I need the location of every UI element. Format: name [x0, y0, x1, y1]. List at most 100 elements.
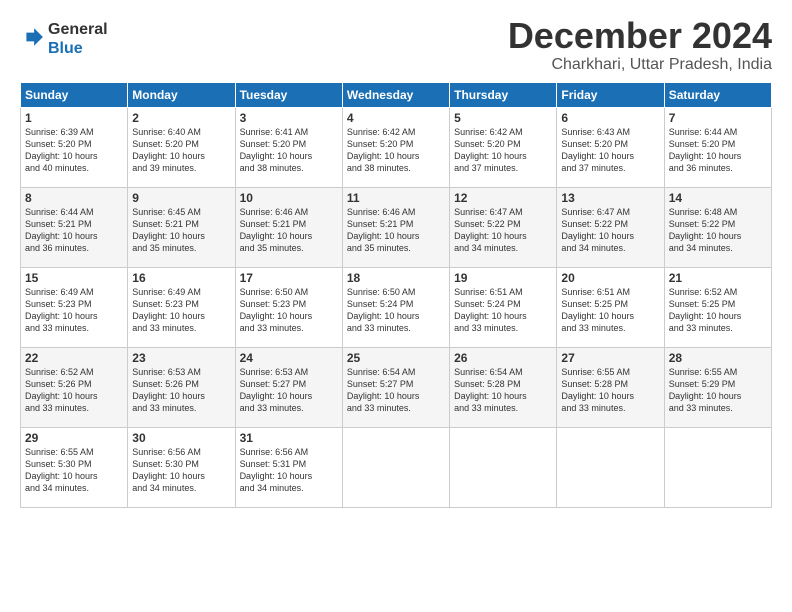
- calendar-cell: 2Sunrise: 6:40 AM Sunset: 5:20 PM Daylig…: [128, 107, 235, 187]
- day-number: 23: [132, 351, 230, 365]
- calendar-cell: 26Sunrise: 6:54 AM Sunset: 5:28 PM Dayli…: [450, 347, 557, 427]
- day-number: 10: [240, 191, 338, 205]
- day-number: 7: [669, 111, 767, 125]
- calendar-cell: 4Sunrise: 6:42 AM Sunset: 5:20 PM Daylig…: [342, 107, 449, 187]
- column-header-tuesday: Tuesday: [235, 82, 342, 107]
- day-info: Sunrise: 6:52 AM Sunset: 5:25 PM Dayligh…: [669, 286, 767, 335]
- calendar-cell: 21Sunrise: 6:52 AM Sunset: 5:25 PM Dayli…: [664, 267, 771, 347]
- day-number: 18: [347, 271, 445, 285]
- day-info: Sunrise: 6:56 AM Sunset: 5:31 PM Dayligh…: [240, 446, 338, 495]
- day-number: 17: [240, 271, 338, 285]
- day-number: 22: [25, 351, 123, 365]
- calendar-cell: [664, 427, 771, 507]
- month-title: December 2024: [508, 16, 772, 56]
- day-info: Sunrise: 6:55 AM Sunset: 5:30 PM Dayligh…: [25, 446, 123, 495]
- column-header-friday: Friday: [557, 82, 664, 107]
- day-info: Sunrise: 6:47 AM Sunset: 5:22 PM Dayligh…: [454, 206, 552, 255]
- day-info: Sunrise: 6:43 AM Sunset: 5:20 PM Dayligh…: [561, 126, 659, 175]
- calendar-cell: 12Sunrise: 6:47 AM Sunset: 5:22 PM Dayli…: [450, 187, 557, 267]
- day-number: 5: [454, 111, 552, 125]
- day-number: 30: [132, 431, 230, 445]
- day-info: Sunrise: 6:49 AM Sunset: 5:23 PM Dayligh…: [25, 286, 123, 335]
- title-block: December 2024 Charkhari, Uttar Pradesh, …: [508, 16, 772, 74]
- calendar-body: 1Sunrise: 6:39 AM Sunset: 5:20 PM Daylig…: [21, 107, 772, 507]
- day-number: 13: [561, 191, 659, 205]
- calendar-cell: 13Sunrise: 6:47 AM Sunset: 5:22 PM Dayli…: [557, 187, 664, 267]
- day-info: Sunrise: 6:55 AM Sunset: 5:29 PM Dayligh…: [669, 366, 767, 415]
- calendar-cell: 18Sunrise: 6:50 AM Sunset: 5:24 PM Dayli…: [342, 267, 449, 347]
- calendar-cell: 11Sunrise: 6:46 AM Sunset: 5:21 PM Dayli…: [342, 187, 449, 267]
- calendar-cell: 17Sunrise: 6:50 AM Sunset: 5:23 PM Dayli…: [235, 267, 342, 347]
- calendar-cell: 30Sunrise: 6:56 AM Sunset: 5:30 PM Dayli…: [128, 427, 235, 507]
- day-number: 14: [669, 191, 767, 205]
- day-info: Sunrise: 6:50 AM Sunset: 5:24 PM Dayligh…: [347, 286, 445, 335]
- column-header-wednesday: Wednesday: [342, 82, 449, 107]
- calendar-cell: 1Sunrise: 6:39 AM Sunset: 5:20 PM Daylig…: [21, 107, 128, 187]
- calendar-cell: 7Sunrise: 6:44 AM Sunset: 5:20 PM Daylig…: [664, 107, 771, 187]
- calendar-cell: 22Sunrise: 6:52 AM Sunset: 5:26 PM Dayli…: [21, 347, 128, 427]
- main-container: General Blue December 2024 Charkhari, Ut…: [0, 0, 792, 518]
- day-number: 19: [454, 271, 552, 285]
- calendar-header-row: SundayMondayTuesdayWednesdayThursdayFrid…: [21, 82, 772, 107]
- calendar-cell: 9Sunrise: 6:45 AM Sunset: 5:21 PM Daylig…: [128, 187, 235, 267]
- day-info: Sunrise: 6:48 AM Sunset: 5:22 PM Dayligh…: [669, 206, 767, 255]
- calendar-cell: 27Sunrise: 6:55 AM Sunset: 5:28 PM Dayli…: [557, 347, 664, 427]
- day-number: 8: [25, 191, 123, 205]
- day-number: 11: [347, 191, 445, 205]
- calendar-cell: 31Sunrise: 6:56 AM Sunset: 5:31 PM Dayli…: [235, 427, 342, 507]
- calendar-cell: 29Sunrise: 6:55 AM Sunset: 5:30 PM Dayli…: [21, 427, 128, 507]
- calendar-cell: 16Sunrise: 6:49 AM Sunset: 5:23 PM Dayli…: [128, 267, 235, 347]
- day-number: 20: [561, 271, 659, 285]
- calendar-week-3: 15Sunrise: 6:49 AM Sunset: 5:23 PM Dayli…: [21, 267, 772, 347]
- day-number: 1: [25, 111, 123, 125]
- day-info: Sunrise: 6:45 AM Sunset: 5:21 PM Dayligh…: [132, 206, 230, 255]
- calendar-cell: 5Sunrise: 6:42 AM Sunset: 5:20 PM Daylig…: [450, 107, 557, 187]
- calendar-cell: [450, 427, 557, 507]
- calendar-cell: 19Sunrise: 6:51 AM Sunset: 5:24 PM Dayli…: [450, 267, 557, 347]
- calendar-cell: 15Sunrise: 6:49 AM Sunset: 5:23 PM Dayli…: [21, 267, 128, 347]
- column-header-sunday: Sunday: [21, 82, 128, 107]
- calendar-cell: [557, 427, 664, 507]
- day-number: 27: [561, 351, 659, 365]
- day-info: Sunrise: 6:44 AM Sunset: 5:21 PM Dayligh…: [25, 206, 123, 255]
- day-info: Sunrise: 6:46 AM Sunset: 5:21 PM Dayligh…: [240, 206, 338, 255]
- day-number: 3: [240, 111, 338, 125]
- calendar-cell: 3Sunrise: 6:41 AM Sunset: 5:20 PM Daylig…: [235, 107, 342, 187]
- day-number: 28: [669, 351, 767, 365]
- logo-line2: Blue: [48, 39, 108, 58]
- day-info: Sunrise: 6:47 AM Sunset: 5:22 PM Dayligh…: [561, 206, 659, 255]
- day-info: Sunrise: 6:55 AM Sunset: 5:28 PM Dayligh…: [561, 366, 659, 415]
- calendar-cell: 6Sunrise: 6:43 AM Sunset: 5:20 PM Daylig…: [557, 107, 664, 187]
- day-info: Sunrise: 6:56 AM Sunset: 5:30 PM Dayligh…: [132, 446, 230, 495]
- calendar-cell: 10Sunrise: 6:46 AM Sunset: 5:21 PM Dayli…: [235, 187, 342, 267]
- location-title: Charkhari, Uttar Pradesh, India: [508, 56, 772, 74]
- day-number: 21: [669, 271, 767, 285]
- calendar-week-5: 29Sunrise: 6:55 AM Sunset: 5:30 PM Dayli…: [21, 427, 772, 507]
- day-number: 9: [132, 191, 230, 205]
- day-number: 31: [240, 431, 338, 445]
- column-header-saturday: Saturday: [664, 82, 771, 107]
- calendar-cell: 20Sunrise: 6:51 AM Sunset: 5:25 PM Dayli…: [557, 267, 664, 347]
- day-info: Sunrise: 6:50 AM Sunset: 5:23 PM Dayligh…: [240, 286, 338, 335]
- calendar-cell: 23Sunrise: 6:53 AM Sunset: 5:26 PM Dayli…: [128, 347, 235, 427]
- day-info: Sunrise: 6:52 AM Sunset: 5:26 PM Dayligh…: [25, 366, 123, 415]
- calendar-week-1: 1Sunrise: 6:39 AM Sunset: 5:20 PM Daylig…: [21, 107, 772, 187]
- calendar-week-2: 8Sunrise: 6:44 AM Sunset: 5:21 PM Daylig…: [21, 187, 772, 267]
- day-info: Sunrise: 6:54 AM Sunset: 5:28 PM Dayligh…: [454, 366, 552, 415]
- day-info: Sunrise: 6:53 AM Sunset: 5:26 PM Dayligh…: [132, 366, 230, 415]
- day-info: Sunrise: 6:39 AM Sunset: 5:20 PM Dayligh…: [25, 126, 123, 175]
- day-number: 15: [25, 271, 123, 285]
- day-info: Sunrise: 6:51 AM Sunset: 5:24 PM Dayligh…: [454, 286, 552, 335]
- day-number: 25: [347, 351, 445, 365]
- day-info: Sunrise: 6:53 AM Sunset: 5:27 PM Dayligh…: [240, 366, 338, 415]
- day-number: 12: [454, 191, 552, 205]
- day-number: 4: [347, 111, 445, 125]
- day-number: 26: [454, 351, 552, 365]
- day-number: 24: [240, 351, 338, 365]
- column-header-monday: Monday: [128, 82, 235, 107]
- calendar-cell: 25Sunrise: 6:54 AM Sunset: 5:27 PM Dayli…: [342, 347, 449, 427]
- day-info: Sunrise: 6:54 AM Sunset: 5:27 PM Dayligh…: [347, 366, 445, 415]
- day-info: Sunrise: 6:41 AM Sunset: 5:20 PM Dayligh…: [240, 126, 338, 175]
- calendar-cell: 28Sunrise: 6:55 AM Sunset: 5:29 PM Dayli…: [664, 347, 771, 427]
- calendar-week-4: 22Sunrise: 6:52 AM Sunset: 5:26 PM Dayli…: [21, 347, 772, 427]
